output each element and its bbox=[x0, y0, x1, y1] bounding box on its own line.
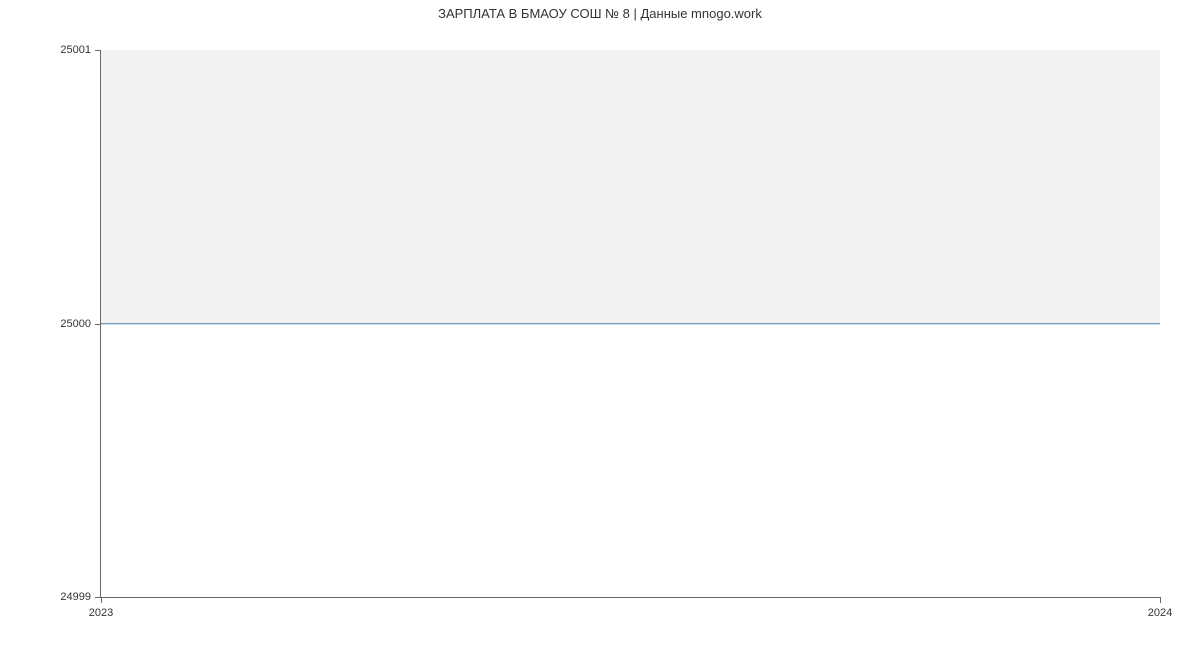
y-tick-label: 25001 bbox=[60, 44, 101, 56]
y-tick-label: 25000 bbox=[60, 318, 101, 330]
plot-background-upper bbox=[101, 50, 1160, 324]
plot-background-lower bbox=[101, 324, 1160, 598]
x-tick-label: 2023 bbox=[89, 597, 113, 619]
plot-area: 24999 25000 25001 2023 2024 bbox=[100, 50, 1160, 598]
x-tick-label: 2024 bbox=[1148, 597, 1172, 619]
chart-title: ЗАРПЛАТА В БМАОУ СОШ № 8 | Данные mnogo.… bbox=[0, 6, 1200, 21]
data-line bbox=[101, 323, 1160, 324]
chart-container: ЗАРПЛАТА В БМАОУ СОШ № 8 | Данные mnogo.… bbox=[0, 0, 1200, 650]
